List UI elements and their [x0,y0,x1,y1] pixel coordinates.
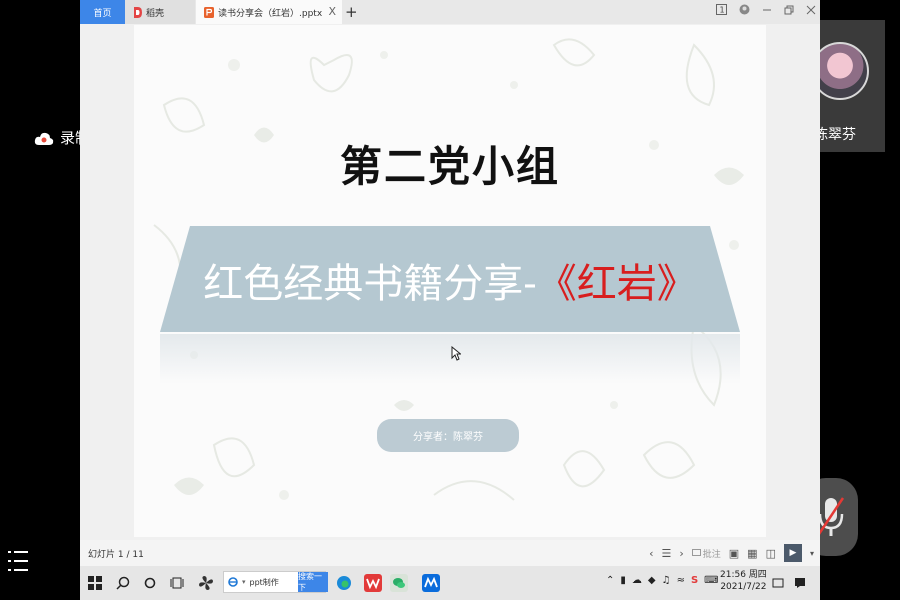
tab-presentation-file[interactable]: 读书分享会（红岩）.pptx X [196,0,342,24]
tab-docer[interactable]: 稻壳 [125,0,195,24]
close-tab-icon[interactable]: X [328,5,336,18]
keyboard-icon[interactable]: ⌨ [704,575,718,586]
slide-sorter-icon[interactable]: ▦ [747,547,757,560]
list-icon[interactable]: ☰ [661,547,671,560]
pinwheel-app-icon[interactable] [198,573,214,593]
menu-icon[interactable] [8,549,28,573]
mouse-cursor-icon [451,346,461,361]
search-submit-button[interactable]: 搜索一下 [298,572,328,592]
desktop-toggle-icon[interactable] [772,573,784,593]
clock-time: 21:56 周四 [720,570,767,580]
search-icon[interactable] [116,573,130,593]
tray-expand-icon[interactable]: ⌃ [606,575,614,586]
wps-office-icon[interactable] [364,573,382,593]
search-dropdown-icon: ▾ [242,578,246,586]
slideshow-dropdown-icon[interactable]: ▾ [810,549,814,558]
cloud-tray-icon[interactable]: ☁ [632,575,642,586]
slide-counter: 幻灯片 1 / 11 [88,549,144,560]
tab-docer-label: 稻壳 [146,8,165,19]
ppt-file-icon [204,6,214,18]
tab-count-icon[interactable]: 1 [716,4,727,15]
minimize-icon[interactable] [762,5,772,15]
cloud-icon [34,132,54,145]
taskbar-clock[interactable]: 21:56 周四 2021/7/22 [720,569,767,593]
reading-view-icon[interactable]: ◫ [766,547,776,560]
new-tab-button[interactable]: + [345,3,358,21]
windows-start-icon[interactable] [88,573,102,593]
wps-tray-icon[interactable]: S [691,575,698,586]
wifi-icon[interactable]: ≈ [677,575,685,586]
notes-label: 批注 [702,549,721,560]
task-view-icon[interactable] [170,573,184,593]
notification-center-icon[interactable] [794,573,806,593]
close-window-icon[interactable] [806,5,816,15]
status-controls: ‹ ☰ › 批注 ▣ ▦ ◫ ▶ ▾ [649,544,814,562]
previous-icon[interactable]: ‹ [649,547,653,560]
slideshow-play-button[interactable]: ▶ [783,544,802,562]
play-icon: ▶ [789,548,797,558]
banner-reflection [160,334,740,384]
banner-book-title: 《红岩》 [536,261,697,307]
cortana-icon[interactable] [144,573,156,593]
svg-text:1: 1 [720,6,725,15]
docer-logo-icon [134,6,142,18]
edge-browser-icon[interactable] [336,573,352,593]
comment-icon [691,548,701,556]
banner-text: 红色经典书籍分享- [203,261,537,307]
tab-home[interactable]: 首页 [80,0,125,24]
wechat-icon[interactable] [390,573,408,593]
windows-taskbar: ▾ ppt制作 搜索一下 ⌃ ▮ ☁ ◆ ♫ ≈ S ⌨ 21:56 周四 20 [80,566,820,600]
notes-button[interactable]: 批注 [691,547,721,560]
normal-view-icon[interactable]: ▣ [729,547,739,560]
banner-title: 红色经典书籍分享-《红岩》 [160,251,740,309]
slide-canvas[interactable]: 第二党小组 红色经典书籍分享-《红岩》 分享者：陈翠芬 [134,25,766,537]
presenter-badge: 分享者：陈翠芬 [377,419,519,452]
tab-file-label: 读书分享会（红岩）.pptx [218,8,323,19]
status-bar: 幻灯片 1 / 11 ‹ ☰ › 批注 ▣ ▦ ◫ ▶ ▾ [80,540,820,566]
shield-icon[interactable]: ◆ [648,575,656,586]
restore-icon[interactable] [784,5,794,15]
clock-date: 2021/7/22 [720,582,767,592]
slide-stage: 第二党小组 红色经典书籍分享-《红岩》 分享者：陈翠芬 [80,24,820,540]
system-tray: ⌃ ▮ ☁ ◆ ♫ ≈ S ⌨ [606,575,719,586]
tab-bar: 首页 稻壳 读书分享会（红岩）.pptx X + 1 [80,0,820,24]
slide-title: 第二党小组 [339,142,560,191]
ie-browser-icon [228,577,238,587]
participant-name: 陈翠芬 [814,127,856,143]
search-text: ppt制作 [249,577,279,587]
battery-icon[interactable]: ▮ [620,575,626,586]
volume-icon[interactable]: ♫ [662,575,671,586]
next-icon[interactable]: › [679,547,683,560]
window-controls: 1 [716,4,816,15]
user-avatar-icon[interactable] [739,4,750,15]
presentation-app-window: 首页 稻壳 读书分享会（红岩）.pptx X + 1 第二党小组 红色经典书籍分… [80,0,820,600]
tencent-meeting-icon[interactable] [422,573,440,593]
